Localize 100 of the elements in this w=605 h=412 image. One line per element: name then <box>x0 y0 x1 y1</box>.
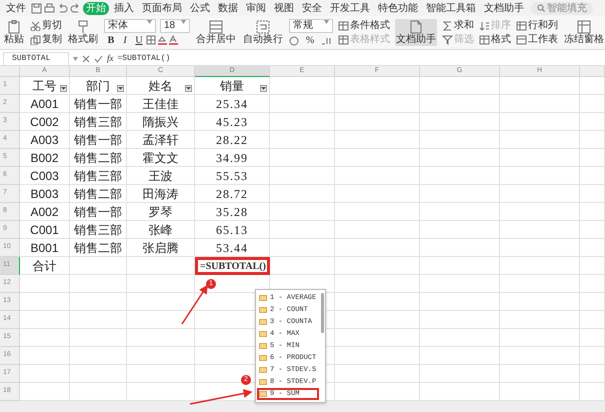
file-menu[interactable]: 文件 <box>3 2 29 14</box>
table-cell <box>20 347 70 365</box>
ribbon-button[interactable]: 合并居中 <box>195 19 237 46</box>
menu-tab[interactable]: 公式 <box>187 2 213 14</box>
style-button[interactable]: I <box>118 34 132 46</box>
name-box[interactable]: SUBTOTAL <box>3 52 69 66</box>
insert-function-button[interactable]: fx <box>107 52 114 66</box>
ribbon-button[interactable]: 工作表 <box>516 34 558 46</box>
caret-icon <box>261 87 266 90</box>
caret-icon <box>324 20 329 24</box>
table-cell <box>20 329 70 347</box>
style-button[interactable]: U <box>132 34 146 46</box>
menu-tab[interactable]: 安全 <box>299 2 325 14</box>
table-cell <box>580 149 605 167</box>
table-icon <box>338 20 349 30</box>
table-cell-text: B003 <box>30 186 59 202</box>
menu-tab[interactable]: 页面布局 <box>139 2 185 14</box>
table-cell-text: 姓名 <box>148 78 172 94</box>
ribbon-button[interactable]: 行和列 <box>516 20 558 32</box>
ribbon-button[interactable]: 冻结窗格 <box>563 19 605 46</box>
table-cell <box>70 347 127 365</box>
menu-tab[interactable]: 插入 <box>111 2 137 14</box>
menu-tab[interactable]: 开发工具 <box>327 2 373 14</box>
ribbon-button[interactable]: 文档助手 <box>395 19 437 46</box>
table-cell <box>580 257 605 275</box>
ribbon-button[interactable]: 粘贴 <box>3 19 25 46</box>
table-cell <box>580 365 605 383</box>
filter-dropdown-button[interactable] <box>60 85 67 92</box>
filter-dropdown-button[interactable] <box>117 85 124 92</box>
table-cell <box>580 329 605 347</box>
menu-tab[interactable]: 文档助手 <box>481 2 527 14</box>
table-cell <box>70 293 127 311</box>
menu-tab[interactable]: 特色功能 <box>375 2 421 14</box>
font-color-icon[interactable] <box>168 34 179 44</box>
table-cell-text: 28.72 <box>216 186 248 202</box>
table-cell <box>580 203 605 221</box>
menu-tab[interactable]: 视图 <box>271 2 297 14</box>
search-icon <box>537 4 545 12</box>
table-cell-text: A001 <box>30 96 59 112</box>
check-icon[interactable] <box>94 54 103 62</box>
menu-tab[interactable]: 审阅 <box>243 2 269 14</box>
close-icon[interactable] <box>82 54 90 62</box>
scissors-icon <box>30 20 41 30</box>
filter-dropdown-button[interactable] <box>185 85 192 92</box>
font-select[interactable]: 宋体 <box>104 18 156 32</box>
ribbon-button[interactable]: 剪切 <box>30 20 62 32</box>
table-cell-text: 28.22 <box>216 132 248 148</box>
table-cell <box>580 311 605 329</box>
sheet-icon <box>516 34 527 44</box>
table-cell-text: C001 <box>30 222 59 238</box>
number-format-select[interactable]: 常规 <box>289 18 333 32</box>
ribbon-button[interactable]: 复制 <box>30 34 62 46</box>
ribbon-button[interactable]: 格式 <box>479 34 511 46</box>
undo-icon[interactable] <box>57 2 68 14</box>
table-cell <box>70 365 127 383</box>
scrollbar-thumb[interactable] <box>321 293 324 333</box>
table-cell <box>580 113 605 131</box>
table-cell <box>70 275 127 293</box>
table-cell-text: 销售三部 <box>74 168 122 184</box>
table-cell-text: 35.28 <box>216 204 248 220</box>
table-cell-text: 田海涛 <box>142 186 178 202</box>
filter-dropdown-button[interactable] <box>260 85 267 92</box>
formula-input[interactable]: =SUBTOTAL() <box>118 52 605 64</box>
table-icon <box>338 34 349 44</box>
print-icon[interactable] <box>44 2 55 14</box>
sort-icon <box>479 20 490 30</box>
table-cell-text: 合计 <box>32 258 56 274</box>
table-cell-text: 张峰 <box>148 222 172 238</box>
table-cell <box>20 293 70 311</box>
table-cell <box>580 131 605 149</box>
save-icon[interactable] <box>31 2 42 14</box>
percent-button[interactable]: % <box>303 34 317 46</box>
table-cell-text: C003 <box>30 168 59 184</box>
table-cell <box>580 347 605 365</box>
annotation-arrow <box>190 389 252 405</box>
decimal-icon[interactable] <box>321 36 332 46</box>
ribbon-button[interactable]: 自动换行 <box>242 19 284 46</box>
border-icon[interactable] <box>146 34 157 44</box>
wrap-icon <box>256 20 270 34</box>
table-cell-text: B001 <box>30 240 59 256</box>
grid-icon <box>577 20 591 34</box>
caret-icon <box>61 87 66 90</box>
size-select[interactable]: 18 <box>160 18 190 32</box>
ribbon-button[interactable]: 条件格式 <box>338 20 390 32</box>
redo-icon[interactable] <box>70 2 81 14</box>
menu-tab[interactable]: 智能工具箱 <box>423 2 479 14</box>
ribbon-button[interactable]: 格式刷 <box>67 19 99 46</box>
number-format-value: 常规 <box>293 20 313 32</box>
table-cell <box>580 293 605 311</box>
formula-edit-cell[interactable]: =SUBTOTAL() <box>195 257 270 275</box>
ribbon-button[interactable]: 求和 <box>442 20 474 32</box>
caret-icon[interactable] <box>73 56 78 60</box>
table-cell-text: 霍文文 <box>142 150 178 166</box>
document-icon <box>409 20 423 34</box>
style-button[interactable]: B <box>104 34 118 46</box>
caret-icon <box>181 20 186 24</box>
merge-icon <box>209 20 223 34</box>
menu-tab[interactable]: 数据 <box>215 2 241 14</box>
fill-color-icon[interactable] <box>157 34 168 44</box>
table-cell-text: 王波 <box>148 168 172 184</box>
